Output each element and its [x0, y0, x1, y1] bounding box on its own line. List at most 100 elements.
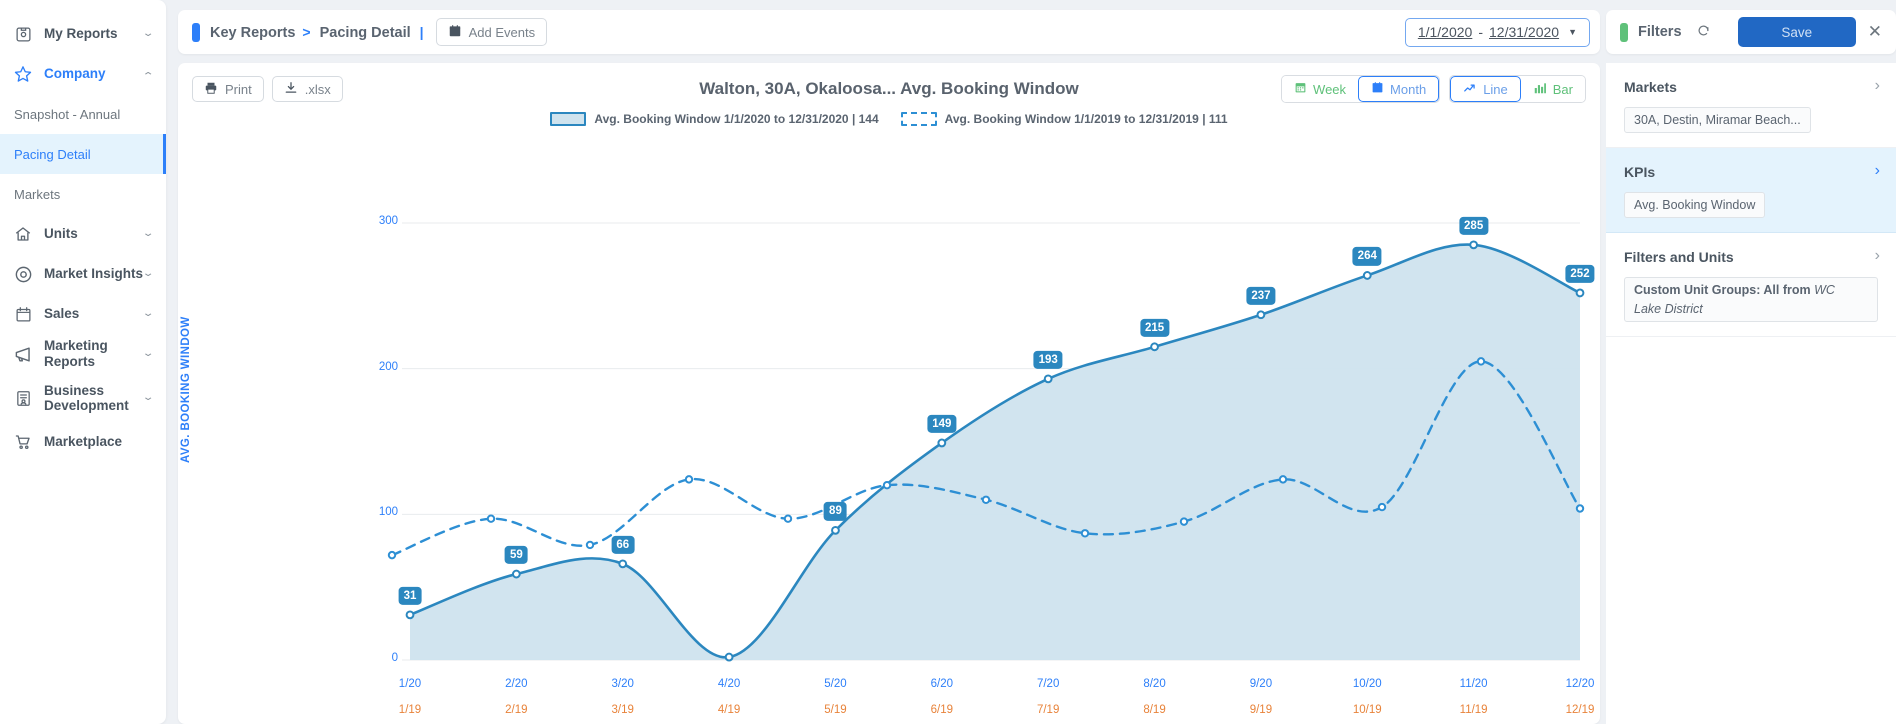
sidebar-sub-label: Markets — [14, 186, 61, 202]
bar-chart-icon — [1533, 81, 1547, 98]
sidebar-item-pacing-detail[interactable]: Pacing Detail — [0, 134, 166, 174]
filters-title: Filters — [1638, 24, 1682, 40]
sidebar-item-units[interactable]: Units ⌄ — [0, 214, 166, 254]
legend-swatch-solid — [550, 112, 587, 126]
x-axis-tick-current: 12/20 — [1565, 678, 1595, 690]
filter-section-title: Filters and Units — [1624, 249, 1734, 265]
chart-data-label: 215 — [1139, 318, 1170, 337]
date-range-start[interactable]: 1/1/2020 — [1418, 24, 1473, 40]
main-content: Key Reports > Pacing Detail | Add Events 1… — [166, 0, 1606, 724]
chevron-right-icon[interactable]: › — [1875, 247, 1880, 265]
chart-data-label: 149 — [927, 414, 957, 434]
granularity-month-button[interactable]: Month — [1358, 76, 1440, 102]
sidebar-label: My Reports — [44, 26, 118, 42]
megaphone-icon — [13, 344, 33, 364]
close-icon[interactable]: ✕ — [1866, 22, 1884, 42]
date-range-picker[interactable]: 1/1/2020 - 12/31/2020 ▼ — [1404, 17, 1590, 47]
legend-item-prior[interactable]: Avg. Booking Window 1/1/2019 to 12/31/20… — [900, 112, 1228, 126]
breadcrumb-current: Pacing Detail — [319, 24, 411, 41]
charttype-line-button[interactable]: Line — [1450, 76, 1521, 102]
sidebar-sub-label: Snapshot - Annual — [14, 106, 121, 122]
chevron-down-icon: ⌄ — [141, 28, 155, 39]
filter-chip-unit-groups-sub: Lake District — [1634, 302, 1703, 316]
date-range-end[interactable]: 12/31/2020 — [1489, 24, 1559, 40]
granularity-week-button[interactable]: Week — [1282, 76, 1359, 102]
contact-list-icon — [13, 388, 33, 408]
sidebar-item-markets[interactable]: Markets — [0, 174, 166, 214]
filter-chip-kpis[interactable]: Avg. Booking Window — [1624, 192, 1766, 218]
report-icon — [13, 24, 33, 44]
chart-data-label: 59 — [504, 545, 528, 565]
chart-data-label: 252 — [1565, 264, 1595, 284]
x-axis-tick-prior: 10/19 — [1352, 704, 1382, 716]
chart-data-label: 237 — [1246, 286, 1276, 305]
save-button[interactable]: Save — [1737, 17, 1856, 47]
chart-data-label: 193 — [1033, 350, 1063, 370]
chevron-down-icon: ⌄ — [141, 392, 155, 403]
legend-swatch-dashed — [900, 112, 937, 126]
x-axis-tick-prior: 1/19 — [398, 704, 422, 716]
sidebar-item-market-insights[interactable]: Market Insights ⌄ — [0, 254, 166, 294]
filters-header: Filters Save ✕ — [1606, 10, 1896, 54]
chart-export-toolbar: Print .xlsx — [192, 76, 343, 102]
chart-data-label: 264 — [1352, 247, 1382, 266]
calendar-icon — [1371, 81, 1384, 97]
sidebar-item-company[interactable]: Company ⌄ — [0, 54, 166, 94]
filter-section-markets: Markets › 30A, Destin, Miramar Beach... — [1606, 63, 1896, 148]
charttype-bar-label: Bar — [1552, 81, 1573, 97]
breadcrumb-root[interactable]: Key Reports — [210, 25, 295, 41]
filter-section-kpis: KPIs › Avg. Booking Window — [1606, 148, 1896, 233]
date-range-dash: - — [1478, 24, 1483, 40]
y-axis-tick: 200 — [378, 360, 398, 373]
y-axis-tick: 100 — [378, 506, 398, 519]
refresh-icon[interactable] — [1696, 23, 1711, 42]
sidebar-item-marketplace[interactable]: Marketplace — [0, 422, 166, 462]
legend-item-current[interactable]: Avg. Booking Window 1/1/2020 to 12/31/20… — [550, 112, 879, 126]
filter-chip-unit-groups[interactable]: Custom Unit Groups: All from WC Lake Dis… — [1624, 277, 1878, 322]
filter-chip-unit-groups-label: Custom Unit Groups: All from — [1634, 283, 1815, 297]
chevron-down-icon: ⌄ — [141, 348, 155, 359]
x-axis-tick-current: 8/20 — [1143, 678, 1166, 690]
calendar-icon — [448, 24, 462, 41]
add-events-label: Add Events — [468, 24, 536, 40]
filter-chip-markets[interactable]: 30A, Destin, Miramar Beach... — [1624, 107, 1811, 133]
chevron-right-icon[interactable]: › — [1875, 77, 1880, 95]
export-xlsx-button[interactable]: .xlsx — [271, 76, 343, 102]
x-axis-tick-prior: 7/19 — [1036, 704, 1060, 716]
filters-panel: Filters Save ✕ Markets › 30A, Destin, Mi… — [1606, 0, 1896, 724]
line-chart-icon — [1463, 81, 1477, 98]
charttype-bar-button[interactable]: Bar — [1520, 76, 1585, 102]
filter-section-title: KPIs — [1624, 164, 1656, 180]
x-axis-tick-prior: 6/19 — [930, 704, 953, 716]
breadcrumb: Key Reports > Pacing Detail — [210, 24, 411, 41]
charttype-toggle: Line Bar — [1449, 75, 1586, 103]
sidebar-label: Units — [44, 226, 78, 242]
printer-icon — [204, 81, 218, 98]
sidebar-item-marketing-reports[interactable]: Marketing Reports ⌄ — [0, 334, 166, 374]
x-axis-tick-prior: 9/19 — [1249, 704, 1273, 716]
add-events-button[interactable]: Add Events — [435, 18, 548, 46]
sidebar-label: Company — [44, 66, 106, 82]
x-axis-tick-current: 7/20 — [1036, 678, 1060, 690]
x-axis-tick-prior: 2/19 — [505, 704, 528, 716]
print-button[interactable]: Print — [192, 76, 264, 102]
x-axis-tick-prior: 8/19 — [1143, 704, 1166, 716]
sidebar-label: Market Insights — [44, 266, 144, 282]
x-axis-tick-current: 5/20 — [824, 678, 847, 690]
sidebar-item-my-reports[interactable]: My Reports ⌄ — [0, 14, 166, 54]
chevron-right-icon[interactable]: › — [1875, 162, 1880, 180]
sidebar-item-snapshot-annual[interactable]: Snapshot - Annual — [0, 94, 166, 134]
sidebar-item-business-development[interactable]: Business Development ⌄ — [0, 374, 166, 422]
x-axis-tick-current: 10/20 — [1352, 678, 1382, 690]
export-xlsx-label: .xlsx — [304, 81, 331, 97]
breadcrumb-marker — [192, 22, 200, 42]
chevron-down-icon: ⌄ — [141, 268, 155, 279]
breadcrumb-separator: > — [302, 23, 311, 40]
sidebar-label: Marketplace — [44, 434, 123, 450]
x-axis-tick-current: 6/20 — [930, 678, 953, 690]
sidebar-label: Business Development — [44, 382, 129, 413]
charttype-line-label: Line — [1483, 81, 1508, 97]
filters-body: Markets › 30A, Destin, Miramar Beach... … — [1606, 63, 1896, 724]
sidebar-item-sales[interactable]: Sales ⌄ — [0, 294, 166, 334]
chevron-down-icon: ⌄ — [141, 308, 155, 319]
